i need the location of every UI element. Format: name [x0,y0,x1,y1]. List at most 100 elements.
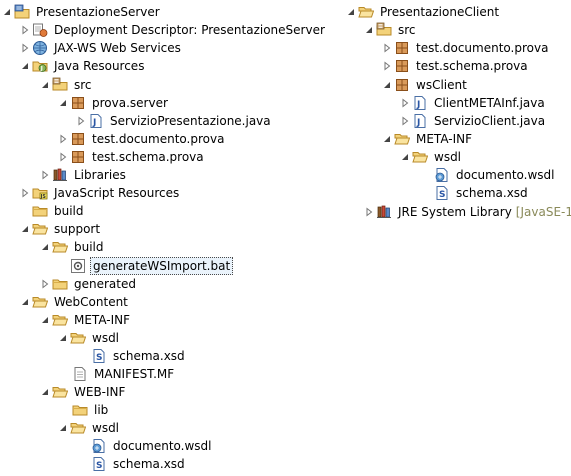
collapse-arrow-icon[interactable] [18,293,32,311]
collapse-arrow-icon[interactable] [344,3,358,21]
expand-arrow-icon[interactable] [362,203,376,221]
tree-item-label: test.schema.prova [92,150,204,164]
tree-item-jaxws[interactable]: JAX-WS Web Services [18,39,183,57]
tree-item-web-inf[interactable]: WEB-INF [38,383,127,401]
collapse-arrow-icon[interactable] [18,220,32,238]
tree-item-manifest[interactable]: MANIFEST.MF [72,365,176,383]
library-icon [376,204,392,220]
tree-item-presentazione-client[interactable]: PresentazioneClient [344,3,501,21]
tree-item-label: schema.xsd [456,186,528,200]
collapse-arrow-icon[interactable] [38,383,52,401]
tree-item-build[interactable]: build [32,202,86,220]
tree-item-client-src[interactable]: src [362,21,418,39]
tree-item-servizio-presentazione[interactable]: ServizioPresentazione.java [74,112,273,130]
folder-open-icon [52,239,68,255]
tree-item-client-test-schema[interactable]: test.schema.prova [380,57,530,75]
folder-open-icon [70,420,86,436]
tree-item-support-build[interactable]: build [38,238,106,256]
tree-item-wsclient[interactable]: wsClient [380,76,469,94]
expand-arrow-icon[interactable] [56,148,70,166]
tree-item-generate-wsimport[interactable]: generateWSImport.bat [70,257,234,275]
collapse-arrow-icon[interactable] [56,419,70,437]
tree-item-documento-wsdl[interactable]: documento.wsdl [91,437,214,455]
expand-arrow-icon[interactable] [380,57,394,75]
folder-icon [32,203,48,219]
collapse-arrow-icon[interactable] [380,76,394,94]
expand-arrow-icon[interactable] [398,94,412,112]
tree-item-schema-xsd[interactable]: schema.xsd [91,347,187,365]
expand-arrow-icon[interactable] [380,39,394,57]
expand-arrow-icon[interactable] [38,275,52,293]
tree-item-client-test-documento[interactable]: test.documento.prova [380,39,550,57]
tree-item-label: generated [74,277,136,291]
collapse-arrow-icon[interactable] [18,57,32,75]
folder-open-icon [52,312,68,328]
tree-item-prova-server[interactable]: prova.server [56,94,170,112]
expand-arrow-icon[interactable] [18,21,32,39]
tree-item-lib[interactable]: lib [72,401,110,419]
tree-item-servizio-client[interactable]: ServizioClient.java [398,112,547,130]
collapse-arrow-icon[interactable] [56,94,70,112]
java-file-icon [88,113,104,129]
tree-item-label: test.documento.prova [92,132,225,146]
collapse-arrow-icon[interactable] [38,311,52,329]
tree-item-label: Libraries [74,168,126,182]
tree-item-libraries[interactable]: Libraries [38,166,128,184]
expand-arrow-icon[interactable] [18,184,32,202]
tree-item-label: META-INF [74,313,131,327]
expand-arrow-icon[interactable] [38,166,52,184]
tree-item-label: wsClient [416,78,467,92]
tree-item-generated[interactable]: generated [38,275,138,293]
xsd-file-icon [91,456,107,472]
tree-item-webcontent[interactable]: WebContent [18,293,130,311]
tree-item-client-schema-xsd[interactable]: schema.xsd [434,184,530,202]
folder-icon [72,402,88,418]
tree-item-deployment-descriptor[interactable]: Deployment Descriptor: PresentazioneServ… [18,21,327,39]
tree-item-meta-inf[interactable]: META-INF [38,311,132,329]
tree-item-test-documento[interactable]: test.documento.prova [56,130,226,148]
web-project-icon [14,4,30,20]
expand-arrow-icon[interactable] [74,112,88,130]
collapse-arrow-icon[interactable] [56,329,70,347]
tree-item-label: lib [94,403,109,417]
package-icon [70,131,86,147]
folder-open-icon [32,294,48,310]
tree-item-client-meta-inf[interactable]: META-INF [380,130,474,148]
expand-arrow-icon[interactable] [18,39,32,57]
collapse-arrow-icon[interactable] [38,76,52,94]
tree-item-src[interactable]: src [38,76,94,94]
folder-icon [52,276,68,292]
java-project-icon [358,4,374,20]
tree-item-jre-system-library[interactable]: JRE System Library [JavaSE-1.6] [362,203,571,221]
collapse-arrow-icon[interactable] [398,148,412,166]
tree-item-client-meta-inf-java[interactable]: ClientMETAInf.java [398,94,547,112]
tree-item-schema-xsd-web-inf[interactable]: schema.xsd [91,455,187,473]
tree-item-wsdl[interactable]: wsdl [56,329,121,347]
tree-item-presentazione-server[interactable]: PresentazioneServer [0,3,162,21]
collapse-arrow-icon[interactable] [380,130,394,148]
collapse-arrow-icon[interactable] [38,238,52,256]
tree-item-client-wsdl[interactable]: wsdl [398,148,463,166]
tree-item-wsdl-web-inf[interactable]: wsdl [56,419,121,437]
folder-open-icon [52,384,68,400]
tree-item-label: PresentazioneClient [380,5,500,19]
collapse-arrow-icon[interactable] [0,3,14,21]
tree-item-java-resources[interactable]: Java Resources [18,57,146,75]
tree-item-label: ServizioClient.java [434,114,546,128]
collapse-arrow-icon[interactable] [362,21,376,39]
expand-arrow-icon[interactable] [398,112,412,130]
wsdl-file-icon [91,438,107,454]
expand-arrow-icon[interactable] [56,130,70,148]
tree-item-label: JavaScript Resources [54,186,180,200]
tree-item-client-documento-wsdl[interactable]: documento.wsdl [434,166,557,184]
tree-item-support[interactable]: support [18,220,102,238]
tree-item-javascript-resources[interactable]: JavaScript Resources [18,184,181,202]
tree-item-label: prova.server [92,96,168,110]
tree-item-label: JRE System Library [398,205,512,219]
folder-open-icon [394,131,410,147]
tree-item-label: test.documento.prova [416,41,549,55]
package-icon [394,77,410,93]
package-icon [394,58,410,74]
tree-item-test-schema[interactable]: test.schema.prova [56,148,206,166]
source-folder-icon [52,77,68,93]
